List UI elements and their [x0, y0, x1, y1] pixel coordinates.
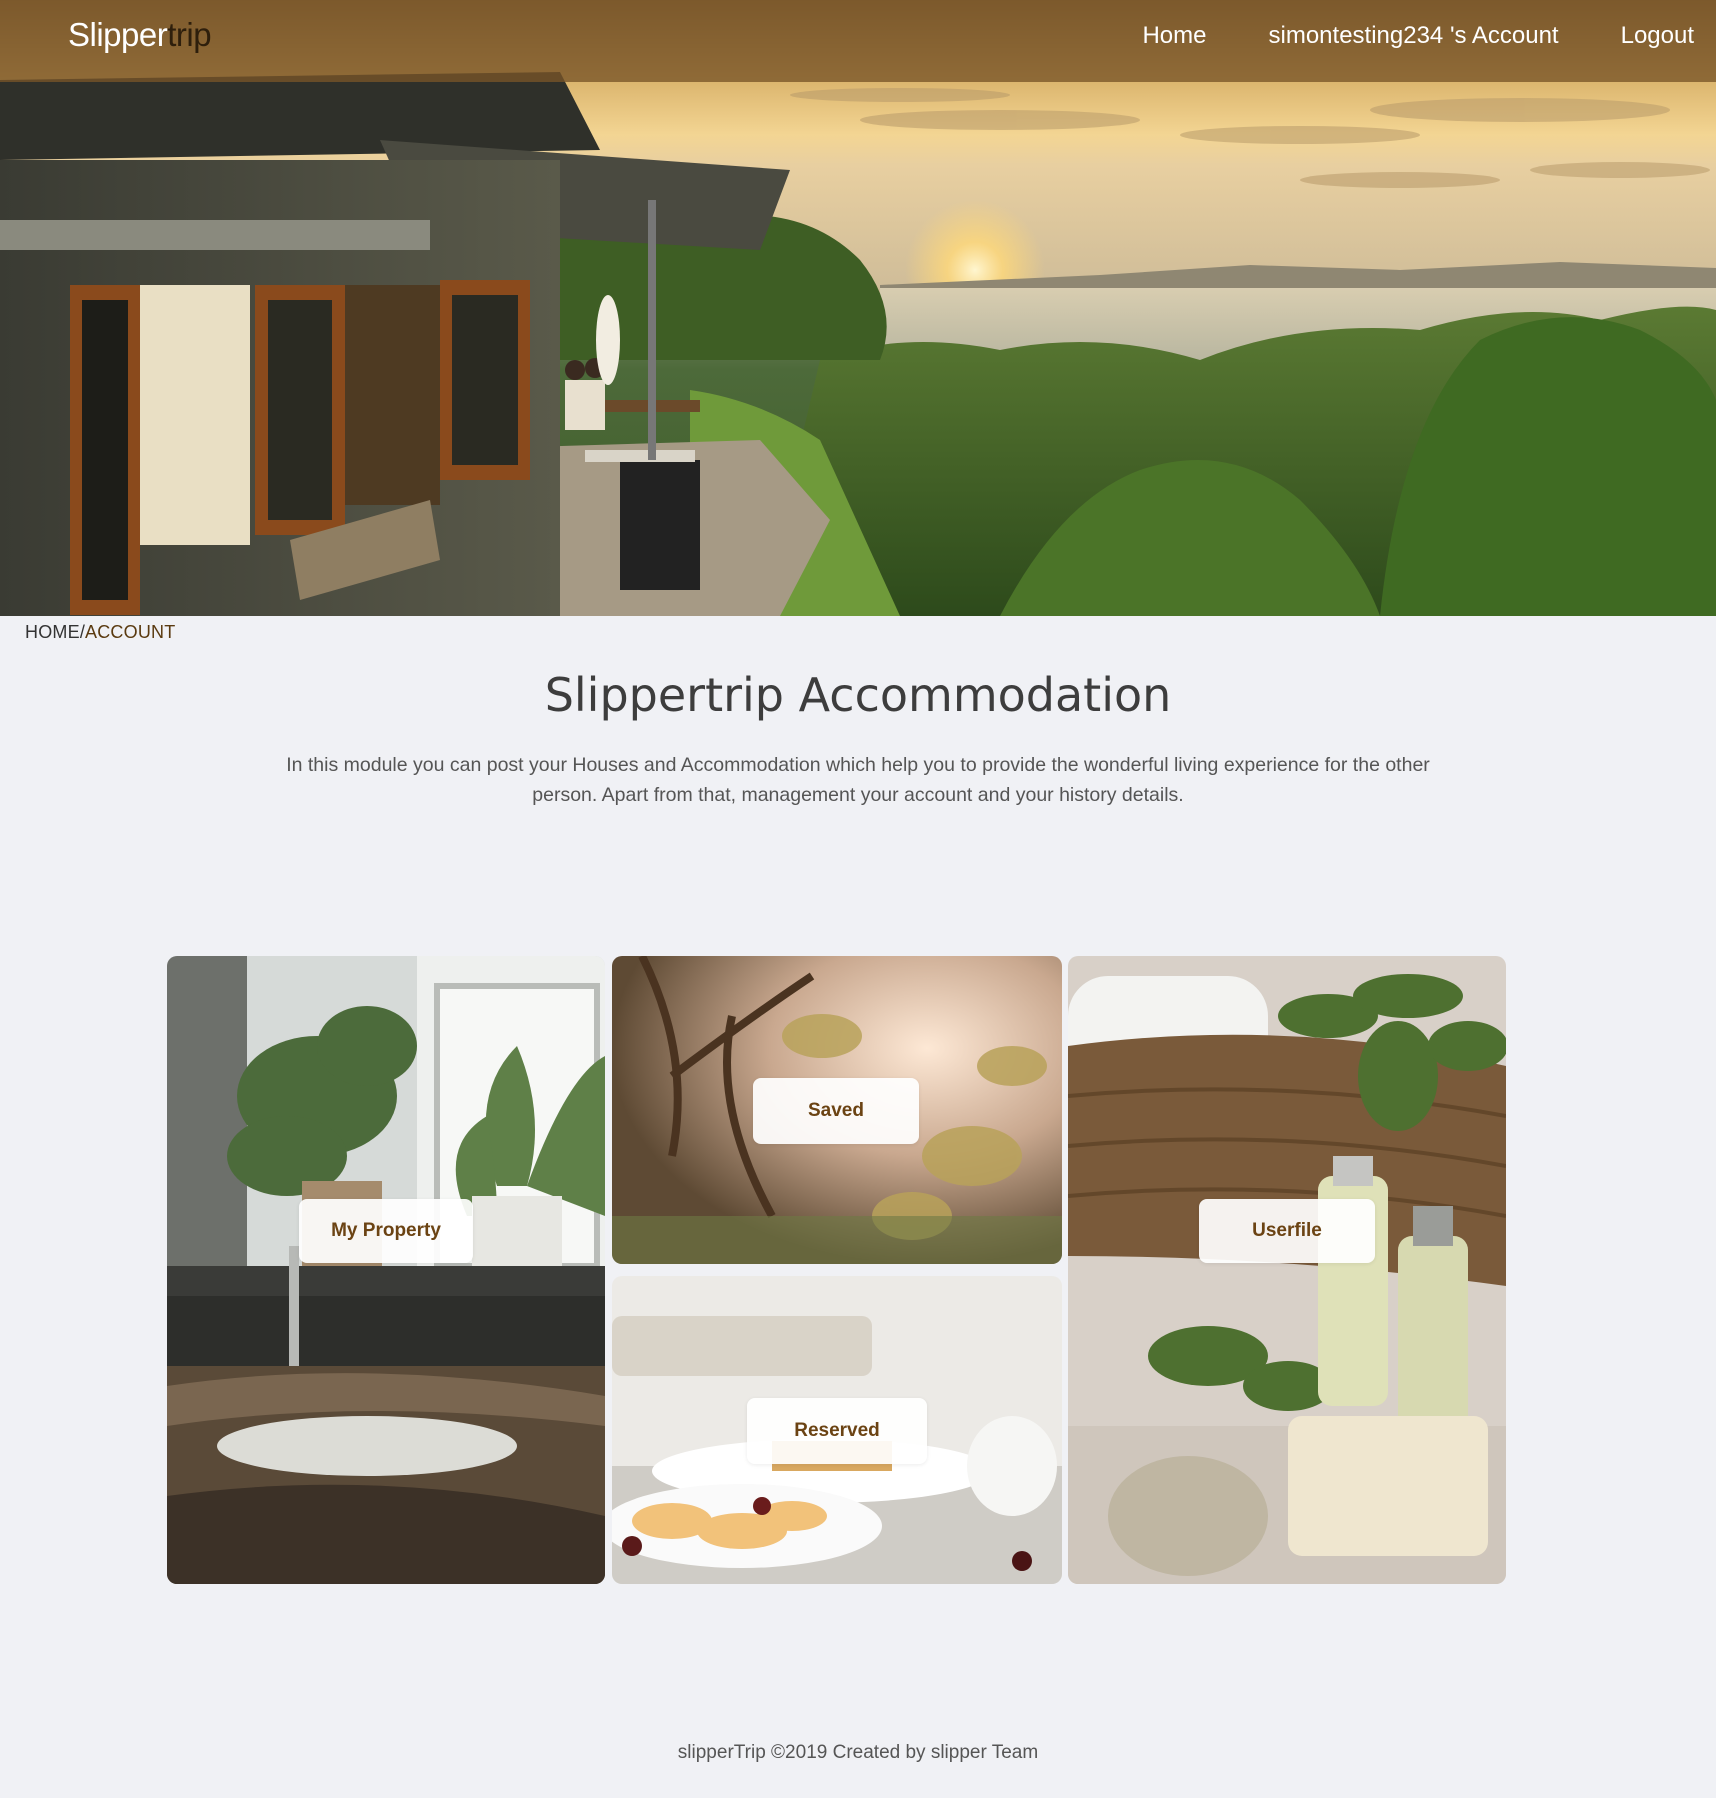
page-description: In this module you can post your Houses … [286, 754, 1430, 806]
footer-text: slipperTrip ©2019 Created by slipper Tea… [677, 1742, 1039, 1763]
breadcrumb-home-link[interactable]: HOME [25, 622, 80, 642]
nav-logout-link[interactable]: Logout [1621, 22, 1694, 50]
brand-name-part2: trip [167, 16, 212, 53]
breadcrumb-current: ACCOUNT [85, 622, 176, 642]
nav-account-link[interactable]: simontesting234 's Account [1269, 22, 1559, 50]
tile-photo-spa-basket [1068, 956, 1506, 1584]
tile-saved-label[interactable]: Saved [753, 1078, 919, 1144]
breadcrumb: HOME/ACCOUNT [25, 622, 175, 643]
brand-logo[interactable]: Slippertrip [68, 16, 212, 54]
nav-home-link[interactable]: Home [1142, 22, 1206, 50]
tile-saved[interactable]: Saved [612, 956, 1062, 1264]
tile-reserved-label[interactable]: Reserved [747, 1398, 927, 1464]
tile-photo-plants-sink [167, 956, 605, 1584]
top-navbar: Slippertrip Home simontesting234 's Acco… [0, 0, 1716, 82]
tile-userfile-label[interactable]: Userfile [1199, 1199, 1375, 1263]
tile-my-property[interactable]: My Property [167, 956, 605, 1584]
tile-reserved[interactable]: Reserved [612, 1276, 1062, 1584]
hero-photo-house-seaside-sunset [0, 0, 1716, 616]
page-title: Slippertrip Accommodation [544, 668, 1172, 722]
hero-banner: Slippertrip Home simontesting234 's Acco… [0, 0, 1716, 616]
tile-my-property-label[interactable]: My Property [299, 1199, 473, 1263]
brand-name-part1: Slipper [68, 16, 168, 53]
tile-userfile[interactable]: Userfile [1068, 956, 1506, 1584]
nav-menu: Home simontesting234 's Account Logout [1080, 22, 1694, 50]
